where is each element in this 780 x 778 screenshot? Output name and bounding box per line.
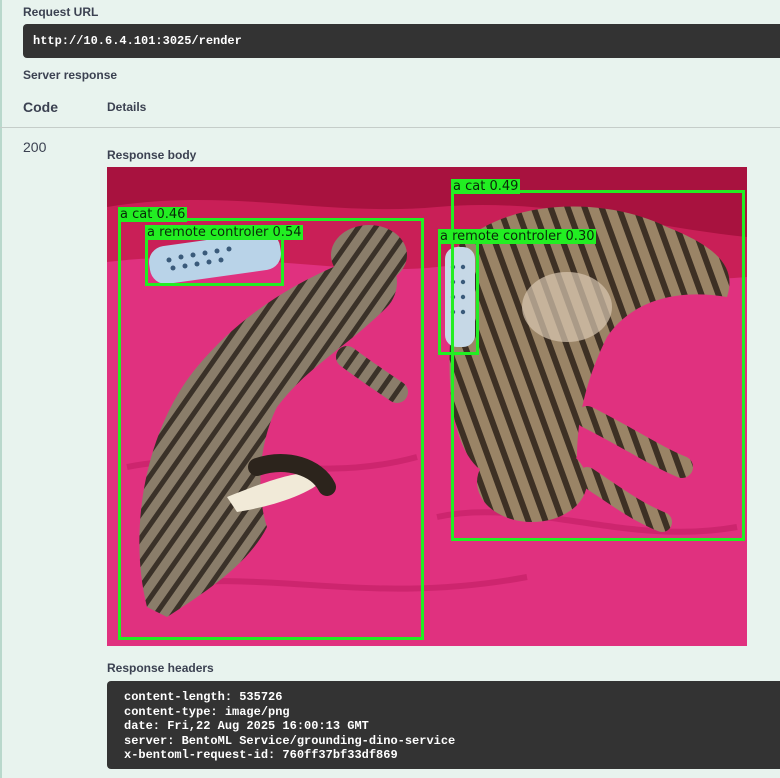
left-border xyxy=(0,0,2,778)
detection-label-cat-left: a cat 0.46 xyxy=(118,207,188,222)
server-response-label: Server response xyxy=(23,68,118,82)
header-line: content-length: 535726 xyxy=(124,690,283,704)
detection-label-remote-right: a remote controler 0.30 xyxy=(438,229,597,244)
request-url-value[interactable]: http://10.6.4.101:3025/render xyxy=(23,24,780,58)
code-column-header: Code xyxy=(23,99,58,115)
header-line: content-type: image/png xyxy=(124,704,290,719)
table-divider xyxy=(0,127,780,128)
response-image: a cat 0.46 a remote controler 0.54 a cat… xyxy=(107,167,747,646)
response-headers-block[interactable]: content-length: 535726 content-type: ima… xyxy=(107,681,780,769)
detection-box-remote-left xyxy=(145,236,284,286)
response-headers-label: Response headers xyxy=(107,661,214,675)
header-line: server: BentoML Service/grounding-dino-s… xyxy=(124,733,456,748)
detection-box-remote-right xyxy=(438,241,479,355)
status-code: 200 xyxy=(23,139,47,155)
header-line: x-bentoml-request-id: 760ff37bf33df869 xyxy=(124,748,398,762)
details-column-header: Details xyxy=(107,100,147,114)
detection-label-remote-left: a remote controler 0.54 xyxy=(145,225,304,240)
detection-label-cat-right: a cat 0.49 xyxy=(451,179,521,194)
header-line: date: Fri,22 Aug 2025 16:00:13 GMT xyxy=(124,719,369,733)
response-body-label: Response body xyxy=(107,148,197,162)
request-url-label: Request URL xyxy=(23,5,99,19)
